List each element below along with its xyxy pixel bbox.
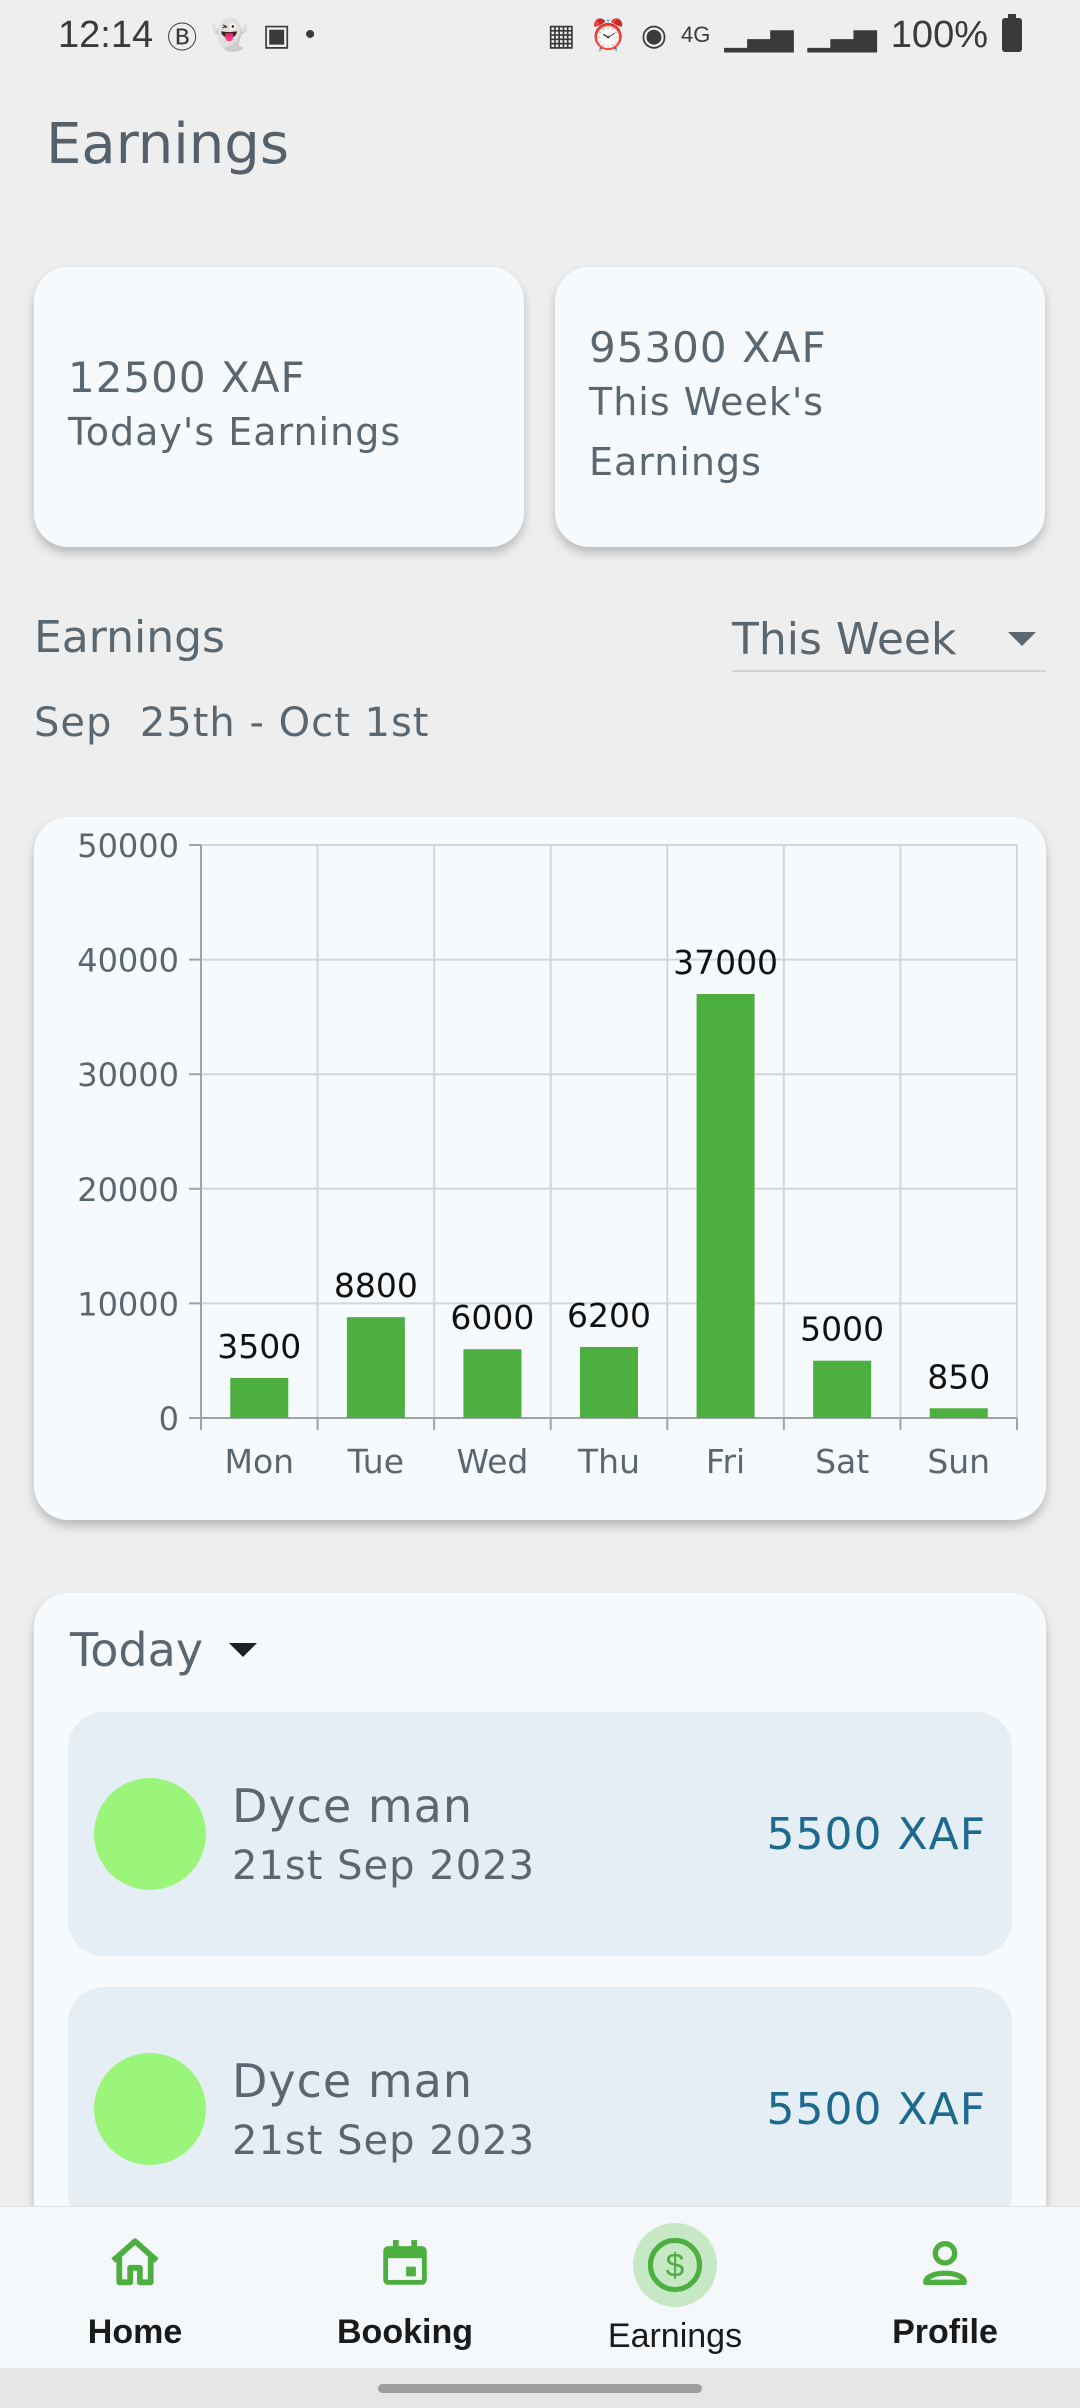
earnings-section-title: Earnings [34, 612, 225, 663]
alarm-icon: ⏰ [589, 18, 627, 52]
date-range: Sep 25th - Oct 1st [34, 700, 430, 746]
avatar [94, 1778, 206, 1890]
data-label: 8800 [334, 1266, 418, 1305]
x-tick-label: Mon [224, 1442, 294, 1481]
data-label: 3500 [217, 1327, 301, 1366]
x-tick-label: Fri [706, 1442, 745, 1481]
week-earnings-value: 95300 XAF [589, 322, 827, 372]
nav-label-home: Home [87, 2313, 183, 2351]
transaction-date: 21st Sep 2023 [232, 1843, 536, 1889]
signal-icon: ▁▃▅ [724, 18, 794, 52]
nav-item-home[interactable]: Home [0, 2207, 270, 2368]
bar [696, 993, 755, 1418]
period-dropdown-value: This Week [732, 613, 957, 665]
caret-down-icon [1008, 632, 1036, 646]
home-gesture-bar[interactable] [378, 2384, 702, 2393]
bar [463, 1349, 522, 1418]
y-tick-label: 50000 [77, 827, 179, 865]
bar [580, 1346, 638, 1418]
y-tick-label: 0 [159, 1400, 179, 1438]
bottom-navigation: Home Booking $ Earnings Profile [0, 2206, 1080, 2368]
transaction-name: Dyce man [232, 1779, 474, 1833]
x-tick-label: Tue [347, 1442, 404, 1481]
week-earnings-label-line1: This Week's [589, 379, 825, 424]
home-icon [92, 2223, 178, 2303]
week-earnings-label-line2: Earnings [589, 439, 762, 484]
nav-item-profile[interactable]: Profile [810, 2207, 1080, 2368]
y-tick-label: 40000 [77, 942, 179, 980]
battery-percent: 100% [890, 13, 988, 56]
today-earnings-value: 12500 XAF [68, 352, 306, 402]
caret-down-icon [229, 1643, 258, 1657]
transaction-amount: 5500 XAF [766, 1808, 986, 1860]
hotspot-icon: ◉ [640, 18, 667, 52]
x-tick-label: Sun [927, 1442, 990, 1481]
y-tick-label: 20000 [77, 1171, 179, 1209]
transaction-date: 21st Sep 2023 [232, 2118, 536, 2164]
list-item[interactable]: Dyce man 21st Sep 2023 5500 XAF [68, 1987, 1012, 2231]
week-earnings-card: 95300 XAF This Week's Earnings [555, 267, 1045, 547]
battery-icon [1002, 14, 1022, 52]
calendar-icon [362, 2223, 448, 2303]
bar [813, 1360, 872, 1418]
transactions-filter-dropdown[interactable]: Today [70, 1623, 258, 1677]
bar [346, 1317, 405, 1418]
transactions-filter-value: Today [70, 1623, 204, 1677]
x-tick-label: Wed [456, 1442, 528, 1481]
nav-label-booking: Booking [337, 2313, 473, 2351]
today-earnings-label: Today's Earnings [68, 409, 402, 454]
network-type-label: 4G [681, 22, 711, 47]
nav-item-booking[interactable]: Booking [270, 2207, 540, 2368]
data-label: 6000 [450, 1298, 534, 1337]
data-label: 37000 [673, 943, 778, 982]
y-tick-label: 10000 [77, 1285, 179, 1323]
earnings-chart-card: 0 10000 20000 30000 40000 50000 3500 Mon 8800 Tue… [34, 817, 1046, 1520]
avatar [94, 2053, 206, 2165]
building-icon: ▦ [547, 18, 576, 52]
y-tick-label: 30000 [77, 1056, 179, 1094]
x-tick-label: Sat [815, 1442, 869, 1481]
page-title: Earnings [46, 112, 290, 177]
today-earnings-card: 12500 XAF Today's Earnings [34, 267, 524, 547]
list-item[interactable]: Dyce man 21st Sep 2023 5500 XAF [68, 1712, 1012, 1956]
bold-b-icon: Ⓑ [167, 22, 198, 55]
svg-text:$: $ [666, 2248, 685, 2285]
ghost-icon: 👻 [211, 18, 249, 52]
nav-label-earnings: Earnings [607, 2317, 743, 2355]
status-bar: 12:14 Ⓑ 👻 ▣ • ▦ ⏰ ◉ 4G ▁▃▅ ▁▃▅ 100% [0, 0, 1080, 70]
transaction-amount: 5500 XAF [766, 2083, 986, 2135]
person-icon [902, 2223, 988, 2303]
dollar-icon: $ [633, 2223, 717, 2307]
transaction-name: Dyce man [232, 2054, 474, 2108]
status-time: 12:14 [58, 13, 154, 56]
dot-icon: • [304, 18, 316, 51]
bar [230, 1377, 289, 1418]
nav-item-earnings[interactable]: $ Earnings [540, 2207, 810, 2368]
image-icon: ▣ [262, 18, 291, 52]
bar [929, 1408, 988, 1418]
data-label: 5000 [800, 1310, 884, 1349]
period-dropdown[interactable]: This Week [732, 608, 1046, 672]
nav-label-profile: Profile [892, 2313, 998, 2351]
earnings-bar-chart: 0 10000 20000 30000 40000 50000 3500 Mon 8800 Tue… [77, 827, 1018, 1481]
signal-icon-2: ▁▃▅ [807, 18, 877, 52]
data-label: 6200 [567, 1296, 651, 1335]
data-label: 850 [927, 1357, 990, 1396]
x-tick-label: Thu [577, 1442, 640, 1481]
